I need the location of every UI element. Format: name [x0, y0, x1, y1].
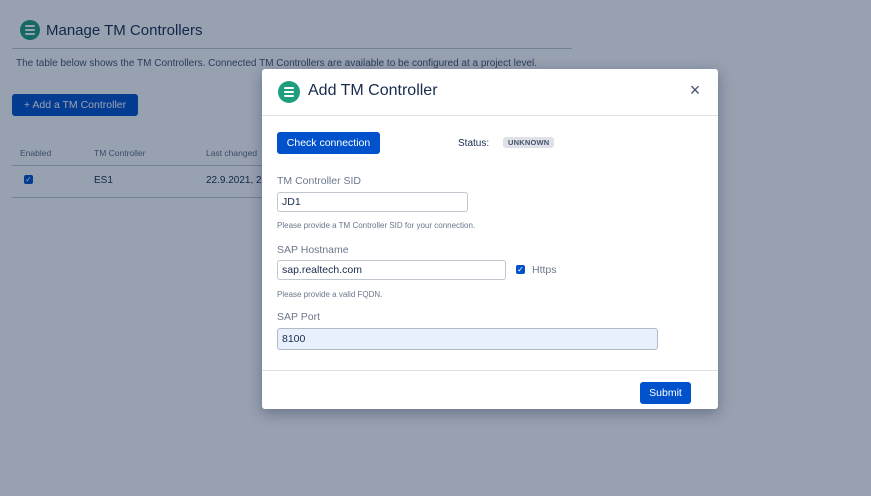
- add-tm-controller-dialog: Add TM Controller × Check connection Sta…: [262, 69, 718, 409]
- sid-label: TM Controller SID: [277, 175, 362, 187]
- list-logo-icon: [278, 81, 300, 103]
- sid-help-text: Please provide a TM Controller SID for y…: [277, 221, 476, 230]
- hostname-label: SAP Hostname: [277, 244, 349, 256]
- check-connection-button[interactable]: Check connection: [277, 132, 380, 154]
- dialog-header: Add TM Controller ×: [262, 69, 718, 116]
- close-icon[interactable]: ×: [686, 80, 704, 100]
- https-checkbox[interactable]: ✓: [516, 265, 525, 274]
- sid-input[interactable]: [277, 192, 468, 212]
- status-label: Status:: [458, 138, 490, 149]
- https-label: Https: [532, 264, 557, 276]
- status-badge: UNKNOWN: [503, 137, 555, 148]
- dialog-footer-divider: [262, 370, 718, 371]
- hostname-input[interactable]: [277, 260, 506, 280]
- submit-button[interactable]: Submit: [640, 382, 691, 404]
- dialog-title: Add TM Controller: [308, 82, 438, 99]
- port-label: SAP Port: [277, 311, 320, 323]
- port-input[interactable]: [277, 328, 658, 350]
- hostname-help-text: Please provide a valid FQDN.: [277, 290, 383, 299]
